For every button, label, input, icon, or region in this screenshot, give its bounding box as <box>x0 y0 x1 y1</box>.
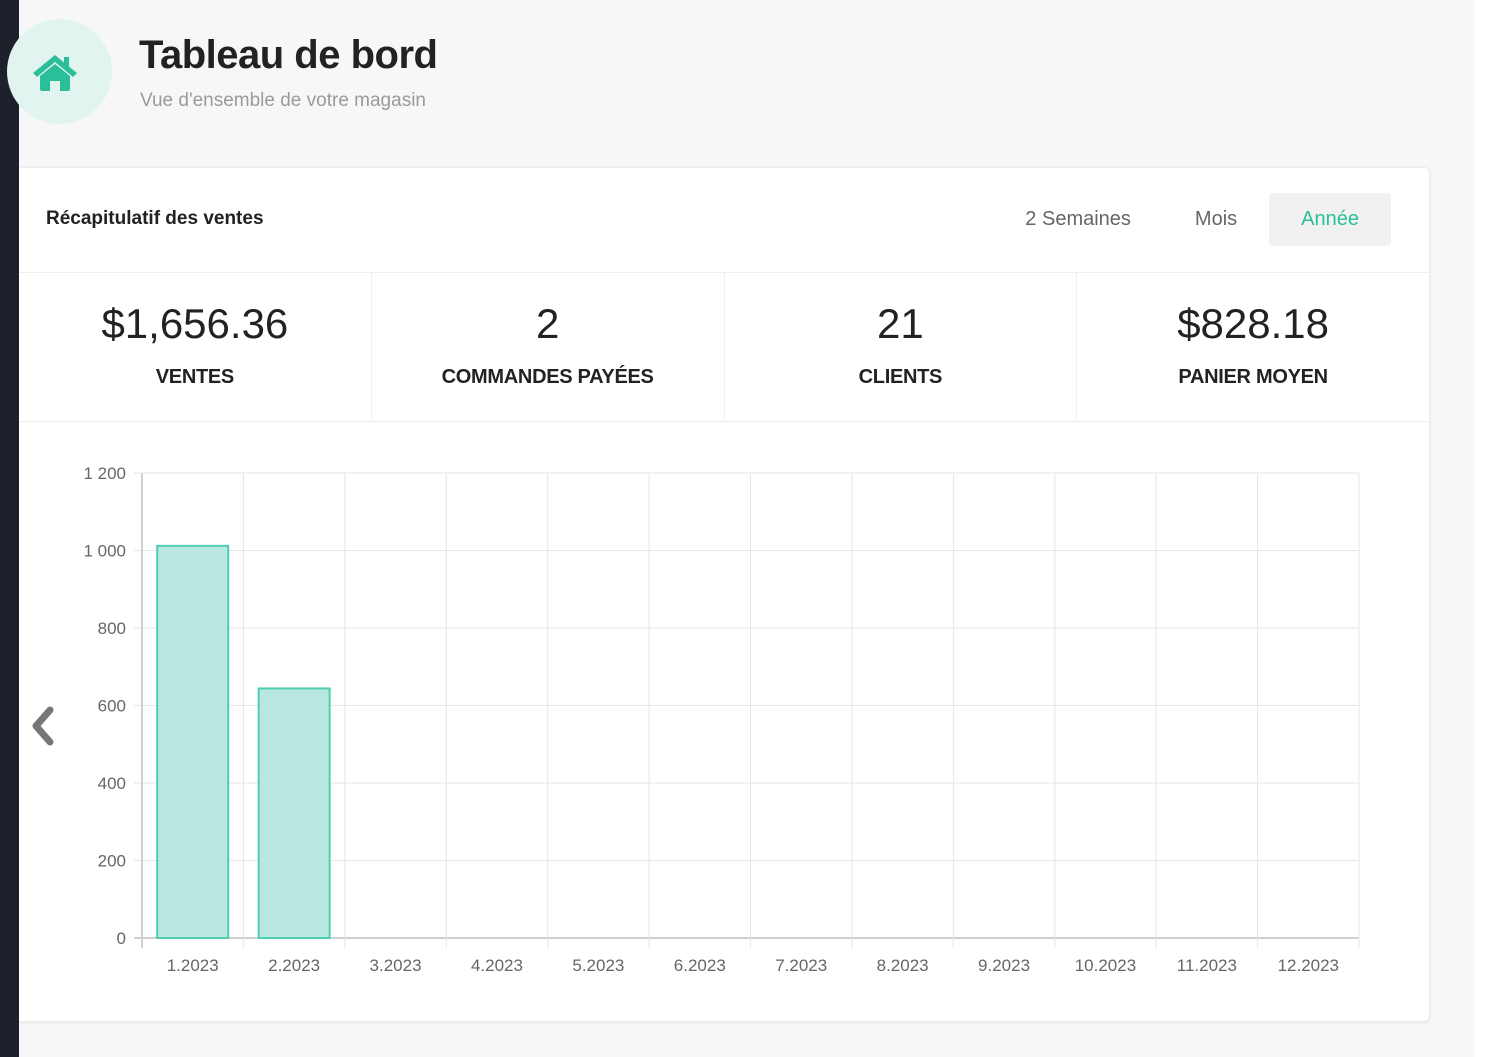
stat-label: COMMANDES PAYÉES <box>441 366 654 388</box>
sales-bar-chart: 0 200 400 600 800 1 000 1 200 1.2023 2.2023 3.202… <box>83 464 1360 975</box>
x-tick-label: 4.2023 <box>471 956 523 975</box>
period-tabs: 2 Semaines Mois Année <box>993 193 1391 246</box>
card-title: Récapitulatif des ventes <box>46 208 264 229</box>
stat-panier-moyen: $828.18 PANIER MOYEN <box>1077 273 1429 421</box>
stat-clients: 21 CLIENTS <box>725 273 1078 421</box>
y-tick-label: 1 200 <box>83 464 126 483</box>
tab-2-semaines[interactable]: 2 Semaines <box>993 193 1163 246</box>
y-tick-label: 1 000 <box>83 542 126 561</box>
page-subtitle: Vue d'ensemble de votre magasin <box>140 90 426 111</box>
x-tick-label: 9.2023 <box>978 956 1030 975</box>
stat-value: 2 <box>535 300 560 347</box>
stat-label: CLIENTS <box>858 366 943 388</box>
y-tick-label: 400 <box>98 774 126 793</box>
stats-row: $1,656.36 VENTES 2 COMMANDES PAYÉES 21 C… <box>19 272 1429 422</box>
home-icon <box>32 54 77 91</box>
stat-value: $828.18 <box>1177 300 1330 347</box>
chevron-left-icon[interactable] <box>28 704 60 748</box>
stat-label: PANIER MOYEN <box>1178 366 1328 388</box>
scrollbar-track[interactable] <box>1474 0 1491 1057</box>
stat-commandes-payees: 2 COMMANDES PAYÉES <box>372 273 725 421</box>
x-tick-label: 8.2023 <box>877 956 929 975</box>
header-icon-badge <box>7 19 112 124</box>
x-tick-label: 5.2023 <box>572 956 624 975</box>
tab-mois[interactable]: Mois <box>1163 193 1269 246</box>
stat-value: 21 <box>877 300 924 347</box>
x-tick-label: 12.2023 <box>1278 956 1339 975</box>
x-tick-label: 10.2023 <box>1075 956 1136 975</box>
bar-1.2023 <box>156 544 230 939</box>
x-tick-label: 1.2023 <box>167 956 219 975</box>
x-tick-label: 7.2023 <box>775 956 827 975</box>
page-title: Tableau de bord <box>139 33 438 77</box>
x-tick-label: 2.2023 <box>268 956 320 975</box>
y-tick-label: 0 <box>117 929 126 948</box>
y-tick-label: 800 <box>98 619 126 638</box>
x-tick-label: 11.2023 <box>1177 956 1237 975</box>
stat-value: $1,656.36 <box>101 300 289 347</box>
x-tick-label: 6.2023 <box>674 956 726 975</box>
y-tick-label: 600 <box>98 697 126 716</box>
tab-annee[interactable]: Année <box>1269 193 1391 246</box>
stat-ventes: $1,656.36 VENTES <box>19 273 372 421</box>
x-tick-label: 3.2023 <box>370 956 422 975</box>
sidebar-edge <box>0 0 19 1057</box>
y-tick-label: 200 <box>98 852 126 871</box>
bar-2.2023 <box>257 687 331 939</box>
stat-label: VENTES <box>155 366 235 388</box>
